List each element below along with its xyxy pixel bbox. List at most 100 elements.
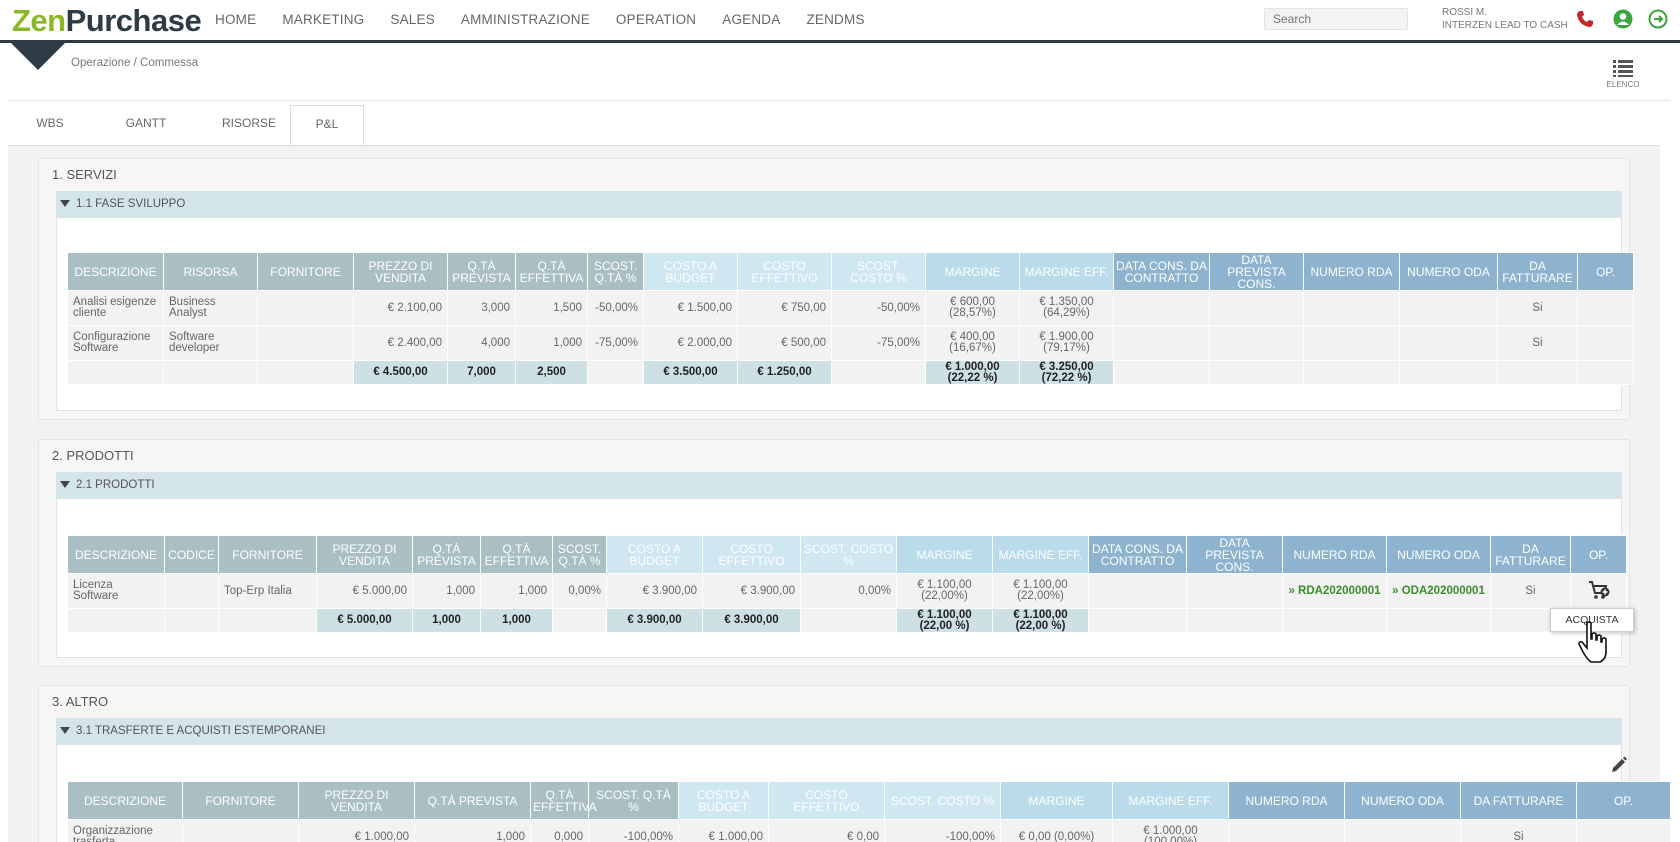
column-header-q-t-prevista[interactable]: Q.TÀ PREVISTA xyxy=(447,252,516,291)
cell-data-prevista-cons xyxy=(1209,325,1304,361)
cell-scost-q-t: -50,00% xyxy=(587,290,644,326)
cell-margine-eff: € 1.000,00 (100,00%) xyxy=(1112,819,1229,842)
column-header-costo-effettivo[interactable]: COSTO EFFETTIVO xyxy=(768,781,885,820)
column-header-numero-rda[interactable]: NUMERO RDA xyxy=(1228,781,1345,820)
cell-value: 3,000 xyxy=(481,301,510,314)
subsection-bar[interactable]: 2.1 PRODOTTI xyxy=(56,472,1622,498)
column-header-descrizione[interactable]: DESCRIZIONE xyxy=(67,781,183,820)
column-header-fornitore[interactable]: FORNITORE xyxy=(182,781,299,820)
total-numero-oda xyxy=(1386,608,1491,633)
cell-prezzo-di-vendita: € 5.000,00 xyxy=(316,573,413,609)
pencil-icon[interactable] xyxy=(1610,755,1628,773)
cell-numero-oda[interactable]: » ODA202000001 xyxy=(1386,573,1491,609)
cell-costo-a-budget: € 1.500,00 xyxy=(643,290,738,326)
cell-descrizione: Configurazione Software xyxy=(67,325,164,361)
logout-icon[interactable] xyxy=(1648,9,1668,29)
column-header-scost-q-t[interactable]: SCOST. Q.TÀ % xyxy=(588,781,679,820)
cell-value[interactable]: » ODA202000001 xyxy=(1392,585,1485,597)
tab-gantt[interactable]: GANTT xyxy=(92,105,200,145)
nav-home[interactable]: HOME xyxy=(215,12,256,27)
column-header-numero-rda[interactable]: NUMERO RDA xyxy=(1303,252,1400,291)
column-header-prezzo-di-vendita[interactable]: PREZZO DI VENDITA xyxy=(353,252,448,291)
column-header-numero-oda[interactable]: NUMERO ODA xyxy=(1399,252,1498,291)
column-header-costo-a-budget[interactable]: COSTO A BUDGET xyxy=(606,535,703,574)
tab-wbs[interactable]: WBS xyxy=(8,105,92,145)
column-header-descrizione[interactable]: DESCRIZIONE xyxy=(67,252,164,291)
column-header-risorsa[interactable]: RISORSA xyxy=(163,252,258,291)
column-header-descrizione[interactable]: DESCRIZIONE xyxy=(67,535,165,574)
column-header-da-fatturare[interactable]: DA FATTURARE xyxy=(1460,781,1577,820)
cell-value: € 3.900,00 xyxy=(642,584,697,597)
cell-value[interactable]: » RDA202000001 xyxy=(1288,585,1380,597)
cell-op[interactable] xyxy=(1570,573,1627,609)
column-header-q-t-prevista[interactable]: Q.TÀ PREVISTA xyxy=(414,781,531,820)
total-costo-a-budget: € 3.500,00 xyxy=(643,360,738,385)
column-header-fornitore[interactable]: FORNITORE xyxy=(257,252,354,291)
tab-pl[interactable]: P&L xyxy=(290,105,364,146)
column-header-scost-q-t[interactable]: SCOST. Q.TÀ % xyxy=(587,252,644,291)
column-header-data-cons-da-contratto[interactable]: DATA CONS. DA CONTRATTO xyxy=(1113,252,1210,291)
nav-operation[interactable]: OPERATION xyxy=(616,12,696,27)
logo[interactable]: ZenPurchase xyxy=(12,2,202,40)
cell-value: Analisi esigenze cliente xyxy=(73,296,157,319)
column-header-margine[interactable]: MARGINE xyxy=(925,252,1020,291)
nav-sales[interactable]: SALES xyxy=(390,12,435,27)
column-header-q-t-effettiva[interactable]: Q.TÀ EFFETTIVA xyxy=(515,252,588,291)
total-op xyxy=(1577,360,1634,385)
column-header-numero-rda[interactable]: NUMERO RDA xyxy=(1282,535,1387,574)
nav-marketing[interactable]: MARKETING xyxy=(282,12,364,27)
column-header-data-prevista-cons[interactable]: DATA PREVISTA CONS. xyxy=(1209,252,1304,291)
column-header-prezzo-di-vendita[interactable]: PREZZO DI VENDITA xyxy=(316,535,413,574)
column-header-costo-a-budget[interactable]: COSTO A BUDGET xyxy=(678,781,769,820)
column-header-costo-a-budget[interactable]: COSTO A BUDGET xyxy=(643,252,738,291)
column-header-op[interactable]: OP. xyxy=(1570,535,1627,574)
cell-margine-eff: € 1.350,00 (64,29%) xyxy=(1019,290,1114,326)
column-header-data-prevista-cons[interactable]: DATA PREVISTA CONS. xyxy=(1186,535,1283,574)
cell-value: € 400,00 (16,67%) xyxy=(949,331,996,354)
column-header-op[interactable]: OP. xyxy=(1577,252,1634,291)
column-header-data-cons-da-contratto[interactable]: DATA CONS. DA CONTRATTO xyxy=(1088,535,1187,574)
cell-value: Si xyxy=(1532,336,1543,349)
nav-zendms[interactable]: ZENDMS xyxy=(806,12,864,27)
column-header-prezzo-di-vendita[interactable]: PREZZO DI VENDITA xyxy=(298,781,415,820)
column-header-da-fatturare[interactable]: DA FATTURARE xyxy=(1490,535,1571,574)
hand-cursor-icon xyxy=(1578,621,1607,663)
search-input[interactable] xyxy=(1264,8,1408,30)
total-margine-eff: € 1.100,00 (22,00 %) xyxy=(992,608,1089,633)
cell-numero-rda[interactable]: » RDA202000001 xyxy=(1282,573,1387,609)
nav-agenda[interactable]: AGENDA xyxy=(722,12,780,27)
user-icon[interactable] xyxy=(1613,9,1633,29)
column-header-fornitore[interactable]: FORNITORE xyxy=(218,535,317,574)
column-header-costo-effettivo[interactable]: COSTO EFFETTIVO xyxy=(737,252,832,291)
cell-value: € 1.100,00 (22,00%) xyxy=(917,579,972,602)
cell-value: -75,00% xyxy=(595,336,638,349)
subsection-bar[interactable]: 3.1 TRASFERTE E ACQUISTI ESTEMPORANEI xyxy=(56,718,1622,744)
column-header-margine-eff[interactable]: MARGINE EFF. xyxy=(1019,252,1114,291)
column-header-scost-costo[interactable]: SCOST. COSTO % xyxy=(800,535,897,574)
column-header-scost-costo[interactable]: SCOST. COSTO % xyxy=(884,781,1001,820)
tab-risorse[interactable]: RISORSE xyxy=(200,105,298,145)
column-header-numero-oda[interactable]: NUMERO ODA xyxy=(1344,781,1461,820)
column-header-costo-effettivo[interactable]: COSTO EFFETTIVO xyxy=(702,535,801,574)
column-header-codice[interactable]: CODICE xyxy=(164,535,219,574)
column-header-q-t-effettiva[interactable]: Q.TÀ EFFETTIVA xyxy=(530,781,597,820)
total-scost-costo xyxy=(800,608,897,633)
column-header-op[interactable]: OP. xyxy=(1576,781,1671,820)
column-header-margine-eff[interactable]: MARGINE EFF. xyxy=(992,535,1089,574)
column-header-scost-costo[interactable]: SCOST. COSTO % xyxy=(831,252,926,291)
elenco-button[interactable]: ELENCO xyxy=(1604,58,1642,89)
cell-op xyxy=(1576,819,1671,842)
add-to-cart-icon[interactable] xyxy=(1588,580,1610,600)
cell-fornitore xyxy=(257,325,354,361)
phone-icon[interactable] xyxy=(1575,9,1595,29)
column-header-margine[interactable]: MARGINE xyxy=(1000,781,1113,820)
column-header-q-t-effettiva[interactable]: Q.TÀ EFFETTIVA xyxy=(480,535,553,574)
column-header-q-t-prevista[interactable]: Q.TÀ PREVISTA xyxy=(412,535,481,574)
column-header-da-fatturare[interactable]: DA FATTURARE xyxy=(1497,252,1578,291)
nav-amministrazione[interactable]: AMMINISTRAZIONE xyxy=(461,12,590,27)
column-header-numero-oda[interactable]: NUMERO ODA xyxy=(1386,535,1491,574)
column-header-scost-q-t[interactable]: SCOST. Q.TÀ % xyxy=(552,535,607,574)
subsection-bar[interactable]: 1.1 FASE SVILUPPO xyxy=(56,191,1622,217)
column-header-margine-eff[interactable]: MARGINE EFF. xyxy=(1112,781,1229,820)
column-header-margine[interactable]: MARGINE xyxy=(896,535,993,574)
